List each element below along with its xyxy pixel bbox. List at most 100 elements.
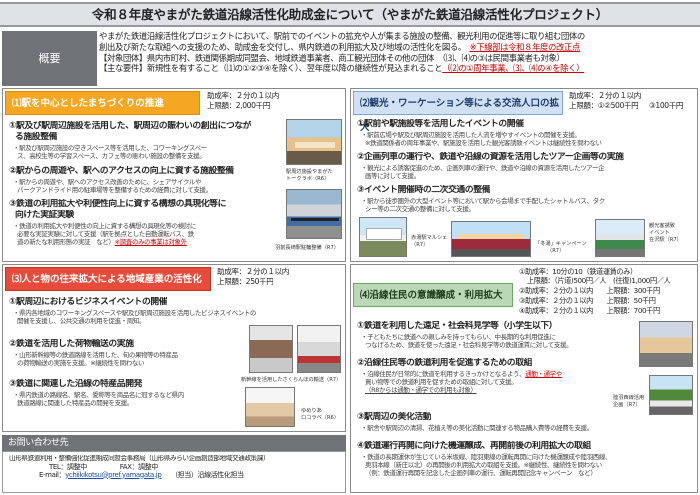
photo-shinkansen-cargo-1 <box>249 325 293 373</box>
p4-item-2-body-2: 買い物等での鉄道利用を促すための取組に対して支援。 <box>365 378 518 386</box>
p4-item-2-body-3: （R8からは通勤・通学での利用も対象） <box>365 386 477 394</box>
contact-box: 山形県鉄道利用・整備強化促進期成同盟会事務局（山形県みらい企画創造部地域交通政策… <box>2 451 346 493</box>
p3-item-1-title: ①駅周辺におけるビジネスイベントの開催 <box>9 297 168 307</box>
p3-caption-2b: ロコラベ（R6） <box>301 415 340 421</box>
p2-item-2-body: ・観光による誘客促進のため、企画列車の運行や、鉄道や沿線の資源を活用したツアー企 <box>361 164 605 172</box>
p3-item-3-body: ・県内鉄道の路線名、駅名、愛称等を商品名に冠するなど県内 <box>13 391 184 399</box>
table-shape <box>295 142 335 148</box>
p1-caption-1b: トークラボ（R6） <box>286 176 330 182</box>
panel-3-rate: 助成率：２分の１以内 <box>217 267 289 276</box>
contact-header: お問い合わせ先 <box>2 435 346 451</box>
p3-item-3-title: ③鉄道に関連した沿線の特産品開発 <box>9 379 143 389</box>
panel-4-rate-4: ④助成率：２分の１以内 上限額：700千円 <box>519 306 660 315</box>
p1-item-3-body: ・鉄道の利用拡大や利便性の向上に資する構想の具現化等の検討に <box>13 222 197 230</box>
p4-item-3-title: ③駅周辺の美化活動 <box>357 412 432 422</box>
p2-item-3-title: ③イベント開催時の二次交通の整備 <box>357 185 491 195</box>
p4-item-4-body-2: 奥羽本線（新庄以北）の再開後の利用拡大の取組を支援。※継続性、継続性を問わない <box>365 461 602 469</box>
p4-item-3-body: ・駅舎や駅周辺の清掃、花植え等の美化活動に関連する物品購入費等の経費を支援。 <box>361 424 593 432</box>
panel-2-header: ⑵観光・ワーケーション等による交流人口の拡大 <box>353 91 563 133</box>
p4-item-4-title: ④鉄道運行再開に向けた機運醸成、再開前後の利用拡大の取組 <box>357 441 591 451</box>
overview-line-4: 【主な要件】新規性を有すること（⑴の①②③④を除く）、翌年度以降の継続性が見込ま… <box>99 63 697 74</box>
p4-item-4-body-3: （例：鉄道運行再開を記念した企画列車の運行、運転再開記念キャンペーン など） <box>365 469 597 477</box>
contact-office: 山形県鉄道利用・整備強化促進期成同盟会事務局（山形県みらい企画創造部地域交通政策… <box>9 455 270 462</box>
p2-caption-2: 「冬湯」キャンペーン <box>535 241 587 247</box>
photo-bicycle-parking <box>286 189 342 239</box>
p3-item-2-body: ・山形新幹線等の鉄道路線を活用した、旬の果物等の特産品 <box>13 351 178 359</box>
p1-caption-2: 羽前長崎駅駐輪整備（R7） <box>275 245 339 251</box>
p1-item-1-body-2: ス、高校生等の学習スペース、カフェ等の賑わい施設の整備を支援。 <box>17 152 206 160</box>
p1-item-1-title: ①駅及び駅周辺施設を活用した、駅周辺の賑わいの創出につなが <box>9 121 252 131</box>
p2-caption-3: 観光客誘致 <box>649 223 675 229</box>
contact-email-link[interactable]: ychiikikotsu@pref.yamagata.jp <box>65 471 162 479</box>
tent-shape <box>366 228 402 240</box>
p1-item-3-body-3a: 道の新たな利用形態の実証 など） <box>17 238 115 246</box>
p3-caption-1: 新幹線を活用したさくらんぼの輸送（R7） <box>241 377 342 383</box>
p2-caption-3c: 在沢駅（R7） <box>649 237 682 243</box>
p1-item-1-body: ・駅及び駅周辺施設の空きスペース等を活用した、コワーキングスペー <box>13 144 207 152</box>
p2-caption-2b: （R7） <box>547 248 565 254</box>
page-title-bar: 令和８年度やまがた鉄道沿線活性化助成金について（やまがた鉄道沿線活性化プロジェク… <box>0 2 700 27</box>
photo-shinkansen-cargo-2 <box>297 325 341 373</box>
p1-item-2-title: ②駅からの周遊や、駅へのアクセスの向上に資する施設整備 <box>9 166 234 176</box>
p3-item-1-body-2: 開催を支援し、公共交通の利用を促進・周知。 <box>17 317 146 325</box>
p2-item-3-body: ・駅から徒歩圏外の大型イベント等において駅から会場まで手配したシャトルバス、タク <box>361 197 605 205</box>
p4-item-1-body-2: つなげるため、鉄道を使った遠足・社会科見学等の鉄道運賃に対して支援。 <box>365 341 573 349</box>
photo-product <box>245 387 295 427</box>
p1-item-1-title-2: る施設整備 <box>15 132 57 142</box>
p3-caption-2: ゆめりあ <box>301 408 322 414</box>
p1-item-2-body-2: パークアンドライド用の駐車場等を整備するための経費に対して支援。 <box>17 186 212 194</box>
p2-caption-1: 赤湯駅マルシェ <box>411 235 448 241</box>
panel-station-town: ⑴駅を中心としたまちづくりの推進 助成率：２分の１以内 上限額：2,000千円 … <box>2 88 346 262</box>
contact-phone: TEL：調整中 FAX：調整中 <box>49 462 158 471</box>
p4-item-4-body: ・鉄道の長期運休が生じている米坂線、陸羽東線の運転再開に向けた機運醸成や陸羽西線… <box>361 453 612 461</box>
p4-item-1-title: ①鉄道を利用した遠足・社会科見学等（小学生以下） <box>357 321 558 331</box>
panel-4-rate-2: ②助成率：２分の１以内 上限額：300千円 <box>519 286 660 295</box>
p4-caption-1: 陸羽西線活用 <box>613 395 645 401</box>
photo-school-trip <box>639 321 693 367</box>
p3-item-2-title: ②鉄道を活用した荷物輸送の実施 <box>9 339 134 349</box>
panel-2-rate: 助成率：２分の１以内 <box>569 91 641 100</box>
panel-4-limit-1: 上限額：（片道)500円／人 (往復)1,000円／人 <box>527 276 671 285</box>
overview-text: やまがた鉄道沿線活性化プロジェクトにおいて、駅前でのイベントの拡充や人が集まる施… <box>99 31 697 86</box>
overview-line-4a: 【主な要件】新規性を有すること（⑴の①②③④を除く）、翌年度以降の継続性が見込ま… <box>99 63 443 74</box>
panel-3-header: ⑶人と物の往来拡大による地域産業の活性化 <box>5 267 211 291</box>
panel-3-limit: 上限額：250千円 <box>217 277 274 286</box>
p2-item-1-title: ①駅前や駅施設等を活用したイベントの開催 <box>357 119 524 129</box>
p4-item-2-body: ・沿線住民が日常的に鉄道を利用するきっかけとなるよう、通勤・通学や <box>361 370 633 378</box>
panel-industry: ⑶人と物の往来拡大による地域産業の活性化 助成率：２分の１以内 上限額：250千… <box>2 264 346 432</box>
contact-email-label: E-mail： <box>39 470 66 479</box>
p1-item-3-title-2: 向けた実証実験 <box>15 210 74 220</box>
photo-train-red <box>451 221 531 257</box>
photo-coworking <box>286 119 342 165</box>
p2-item-1-body-2: ※鉄道関係者の周年事業や、駅施設を活用した観光客誘致イベントは継続性を問わない <box>365 139 602 147</box>
p3-item-2-body-2: の荷物輸送の実施を支援。※継続性を問わない <box>17 359 145 367</box>
p4-caption-1b: 企画（R7） <box>613 402 641 408</box>
amendment-note: ※下線部は令和８年度の改正点 <box>469 41 581 52</box>
overview-line-3: 【対象団体】県内市町村、鉄道関係期成同盟会、地域鉄道事業者、商工観光団体その他の… <box>99 52 565 63</box>
p1-item-3-body-2: 必要な実証実験に対して支援（駅を拠点とした自動運転バス、鉄 <box>17 230 194 238</box>
overview-label: 概要 <box>2 31 97 86</box>
p1-exclusion-note: ※調査のみの事業は対象外 <box>114 238 188 246</box>
p3-item-3-body-2: 鉄道路線に関連した特産品の開発を支援。 <box>17 399 133 407</box>
overview-line-4b: （⑵の①周年事業、⑶、⑷の④を除く） <box>442 63 585 74</box>
p1-item-3-title: ③鉄道の利用拡大や利便性向上に資する構想の具現化等に <box>9 199 226 209</box>
p3-item-1-body: ・県内各地域のコワーキングスペースや駅及び駅周辺施設を活用したビジネスイベントの <box>13 309 257 317</box>
p2-item-2-title: ②企画列車の運行や、鉄道や沿線の資源を活用したツアー企画等の実施 <box>357 152 624 162</box>
contact-email-line: E-mail：ychiikikotsu@pref.yamagata.jp （担当… <box>9 471 339 479</box>
page-title: 令和８年度やまがた鉄道沿線活性化助成金について（やまがた鉄道沿線活性化プロジェク… <box>91 7 609 22</box>
panel-4-header: ⑷沿線住民の意識醸成・利用拡大 <box>353 283 513 307</box>
p1-caption-1: 駅周辺施設やまがた <box>286 169 333 175</box>
panel-tourism: ⑵観光・ワーケーション等による交流人口の拡大 助成率：２分の１以内 上限額：①②… <box>350 88 698 262</box>
p4-item-1-body: ・子どもたちに鉄道への親しみを持ってもらい、中長期的な利用促進に <box>361 333 556 341</box>
photo-rikuu-west <box>649 375 693 415</box>
p2-item-2-body-2: 画等に対して支援。 <box>365 172 420 180</box>
photo-marche <box>359 217 407 257</box>
p1-item-3-body-3: 道の新たな利用形態の実証 など）※調査のみの事業は対象外 <box>17 238 281 246</box>
overview-line-1: やまがた鉄道沿線活性化プロジェクトにおいて、駅前でのイベントの拡充や人が集まる施… <box>99 31 585 41</box>
panel-2-limit-b: ③100千円 <box>649 101 684 110</box>
contact-person: （担当）沿線活性化担当 <box>174 470 245 479</box>
panel-1-limit: 上限額：2,000千円 <box>207 101 270 110</box>
p4-item-2-body-a: ・沿線住民が日常的に鉄道を利用するきっかけとなるよう、 <box>361 370 526 378</box>
p4-item-2-title: ②沿線住民等の鉄道利用を促進するための取組 <box>357 358 532 368</box>
p4-commute-note: 通勤・通学や <box>525 370 562 378</box>
